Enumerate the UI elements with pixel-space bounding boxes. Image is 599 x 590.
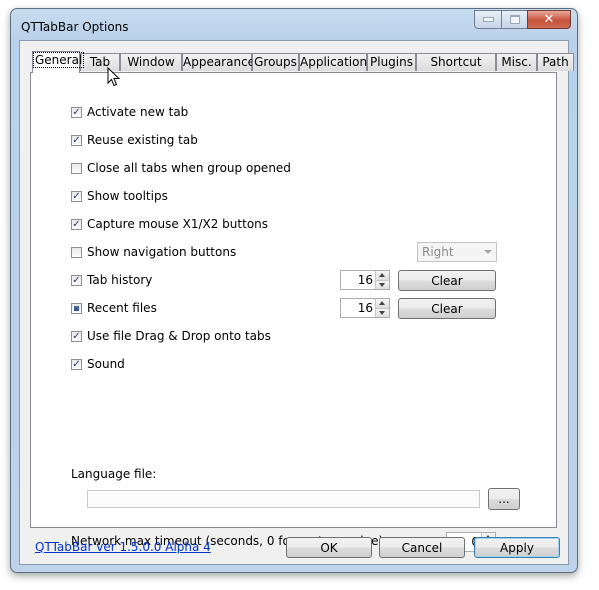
tab-history-stepper[interactable]: 16 [340, 270, 390, 290]
general-tab-panel: ✓ Activate new tab ✓ Reuse existing tab … [30, 72, 557, 552]
tab-appearance[interactable]: Appearance [182, 53, 256, 71]
recent-files-checkbox[interactable] [71, 302, 82, 314]
close-all-tabs-label: Close all tabs when group opened [87, 161, 291, 175]
navigation-position-value: Right [422, 245, 454, 259]
stepper-up-icon[interactable] [375, 271, 389, 280]
show-navigation-option[interactable]: Show navigation buttons [71, 244, 236, 260]
tab-general-label: General [33, 52, 85, 68]
reuse-existing-tab-checkbox[interactable]: ✓ [71, 134, 82, 146]
show-tooltips-label: Show tooltips [87, 189, 168, 203]
reuse-existing-tab-label: Reuse existing tab [87, 133, 198, 147]
close-all-tabs-option[interactable]: Close all tabs when group opened [71, 160, 291, 176]
tab-history-count: 16 [357, 273, 373, 287]
tab-general[interactable]: General [32, 51, 85, 73]
clear-recent-files-button[interactable]: Clear [398, 298, 496, 319]
capture-mouse-option[interactable]: ✓ Capture mouse X1/X2 buttons [71, 216, 268, 232]
recent-files-count: 16 [357, 301, 373, 315]
show-navigation-label: Show navigation buttons [87, 245, 237, 259]
ok-button[interactable]: OK [286, 537, 372, 558]
capture-mouse-label: Capture mouse X1/X2 buttons [87, 217, 269, 231]
minimize-button[interactable] [474, 10, 501, 29]
stepper-down-icon[interactable] [375, 307, 389, 317]
tab-history-option[interactable]: ✓ Tab history [71, 272, 152, 288]
show-tooltips-checkbox[interactable]: ✓ [71, 190, 82, 202]
stepper-up-icon[interactable] [375, 299, 389, 308]
tab-applications[interactable]: Applications [299, 53, 373, 71]
tab-path-label: Path [542, 55, 569, 69]
stepper-down-icon[interactable] [375, 279, 389, 289]
navigation-position-dropdown[interactable]: Right [417, 242, 497, 262]
activate-new-tab-option[interactable]: ✓ Activate new tab [71, 104, 188, 120]
maximize-button[interactable] [501, 10, 527, 29]
tab-plugins[interactable]: Plugins [367, 53, 416, 71]
sound-option[interactable]: ✓ Sound [71, 356, 125, 372]
maximize-icon [509, 15, 520, 24]
show-tooltips-option[interactable]: ✓ Show tooltips [71, 188, 168, 204]
tab-window[interactable]: Window [120, 53, 182, 71]
language-file-label: Language file: [71, 467, 157, 481]
sound-label: Sound [87, 357, 125, 371]
minimize-icon [482, 17, 494, 22]
browse-language-button[interactable]: ... [488, 488, 520, 510]
chevron-down-icon [484, 250, 492, 254]
tab-misc[interactable]: Misc. [496, 53, 537, 71]
sound-checkbox[interactable]: ✓ [71, 358, 82, 370]
version-link[interactable]: QTTabBar ver 1.5.0.0 Alpha 4 [35, 540, 211, 554]
recent-files-label: Recent files [87, 301, 157, 315]
tab-history-label: Tab history [87, 273, 153, 287]
caption-buttons: ✕ [474, 10, 571, 30]
drag-drop-option[interactable]: ✓ Use file Drag & Drop onto tabs [71, 328, 271, 344]
close-icon: ✕ [543, 12, 555, 27]
tab-misc-label: Misc. [501, 55, 532, 69]
tab-window-label: Window [127, 55, 175, 69]
tab-path[interactable]: Path [537, 53, 574, 71]
apply-button[interactable]: Apply [474, 537, 560, 558]
tab-appearance-label: Appearance [183, 55, 256, 69]
title-bar[interactable]: QTTabBar Options ✕ [11, 9, 577, 43]
close-all-tabs-checkbox[interactable] [71, 162, 82, 174]
options-dialog: QTTabBar Options ✕ General Tab Window Ap… [10, 8, 578, 573]
language-file-input[interactable] [87, 490, 480, 508]
activate-new-tab-label: Activate new tab [87, 105, 189, 119]
dialog-client-area: General Tab Window Appearance Groups App… [19, 40, 574, 565]
tab-history-checkbox[interactable]: ✓ [71, 274, 82, 286]
tab-groups[interactable]: Groups [252, 53, 299, 71]
tab-shortcut-keys[interactable]: Shortcut Keys [416, 53, 496, 86]
tab-applications-label: Applications [300, 55, 374, 69]
recent-files-stepper[interactable]: 16 [340, 298, 390, 318]
show-navigation-checkbox[interactable] [71, 246, 82, 258]
cancel-button[interactable]: Cancel [379, 537, 465, 558]
clear-tab-history-button[interactable]: Clear [398, 270, 496, 291]
drag-drop-label: Use file Drag & Drop onto tabs [87, 329, 271, 343]
capture-mouse-checkbox[interactable]: ✓ [71, 218, 82, 230]
mouse-pointer-icon [107, 67, 121, 87]
close-button[interactable]: ✕ [527, 10, 571, 29]
tab-plugins-label: Plugins [370, 55, 413, 69]
reuse-existing-tab-option[interactable]: ✓ Reuse existing tab [71, 132, 198, 148]
activate-new-tab-checkbox[interactable]: ✓ [71, 106, 82, 118]
tab-groups-label: Groups [254, 55, 297, 69]
recent-files-option[interactable]: Recent files [71, 300, 157, 316]
window-title: QTTabBar Options [21, 20, 129, 34]
drag-drop-checkbox[interactable]: ✓ [71, 330, 82, 342]
